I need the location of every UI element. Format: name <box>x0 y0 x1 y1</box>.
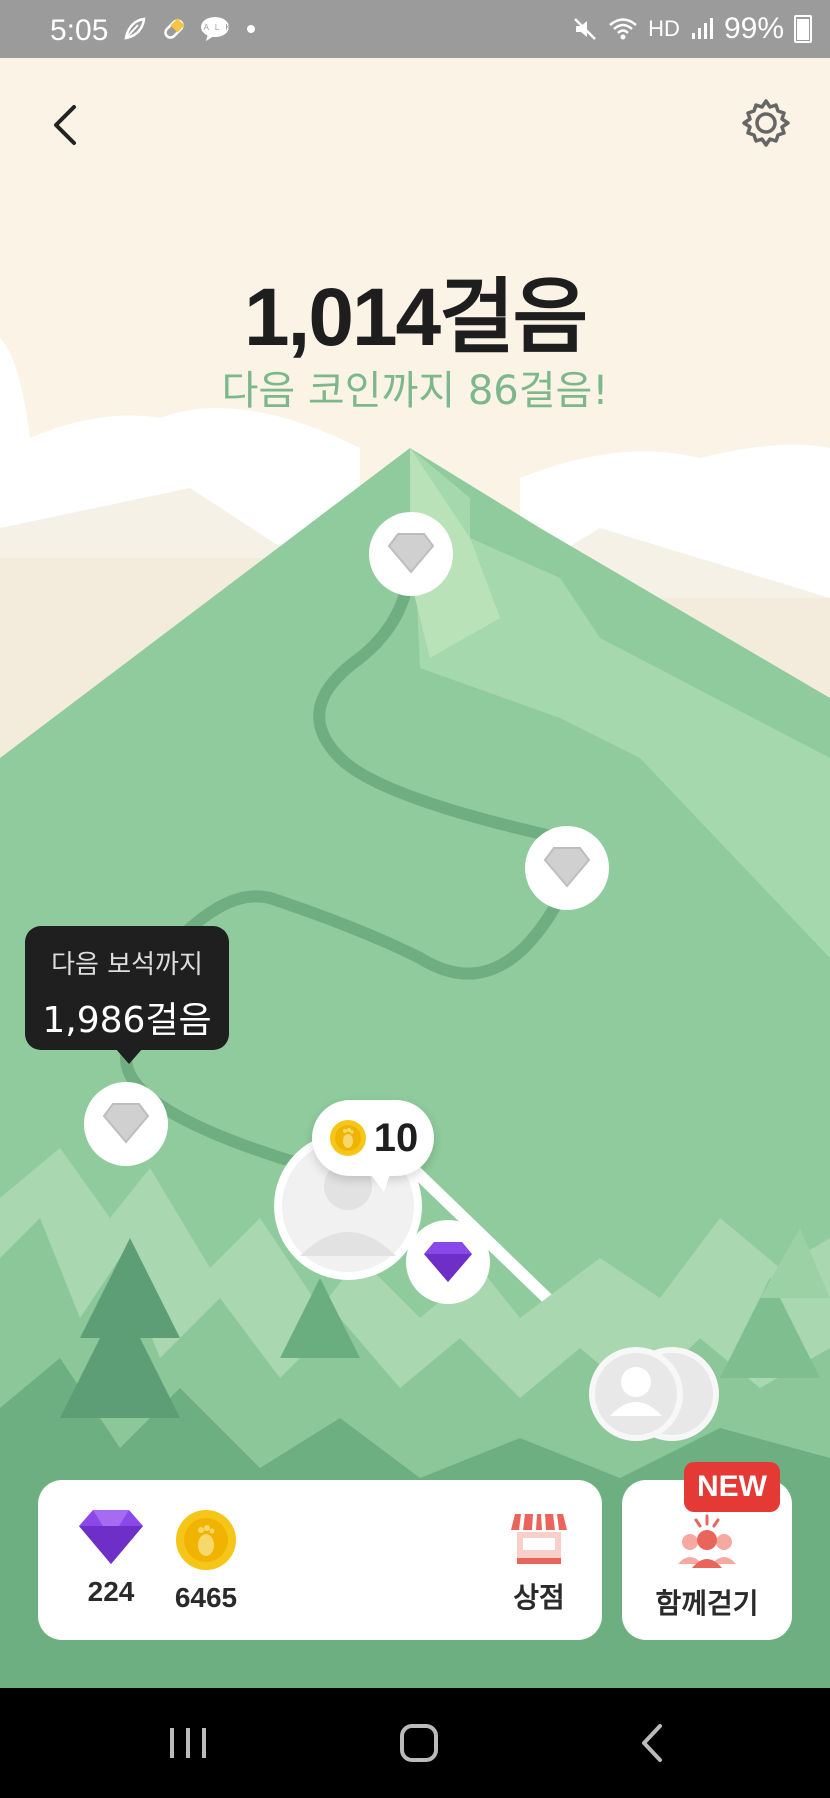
coin-reward-bubble[interactable]: 10 <box>312 1100 434 1192</box>
shop-icon <box>511 1513 567 1564</box>
next-coin-text: 다음 코인까지 86걸음! <box>221 368 609 414</box>
home-button[interactable] <box>390 1718 450 1768</box>
coin-balance: 6465 <box>156 1508 256 1614</box>
chevron-left-icon <box>642 1724 662 1762</box>
next-gem-tooltip: 다음 보석까지 1,986걸음 <box>25 926 229 1064</box>
recent-apps-button[interactable] <box>158 1718 218 1768</box>
battery-icon <box>794 15 812 43</box>
shop-label: 상점 <box>513 1581 565 1614</box>
home-icon <box>400 1724 438 1762</box>
wifi-icon <box>609 18 637 40</box>
talk-icon-label: TALK <box>200 23 230 32</box>
walk-together-label: 함께걷기 <box>655 1587 759 1620</box>
gem-balance: 224 <box>66 1508 156 1608</box>
status-right: HD 99% <box>572 12 812 46</box>
system-navigation-bar <box>0 1688 830 1798</box>
pill-icon <box>164 18 185 39</box>
coin-reward-value: 10 <box>373 1115 419 1160</box>
status-bar: 5:05 TALK HD 99% <box>0 0 830 58</box>
mute-icon <box>574 18 597 40</box>
tooltip-steps: 1,986걸음 <box>42 1000 212 1041</box>
settings-button[interactable] <box>738 95 794 151</box>
recent-apps-icon <box>170 1728 206 1758</box>
battery-percent: 99% <box>723 12 784 45</box>
coin-count: 6465 <box>174 1582 238 1613</box>
leaf-icon <box>124 17 146 40</box>
signal-icon <box>691 18 713 39</box>
walking-app-screen: 5:05 TALK HD 99% <box>0 0 830 1798</box>
chevron-left-icon <box>54 105 76 145</box>
dot-icon <box>246 25 255 34</box>
hd-voice-label: HD <box>648 16 680 41</box>
talk-icon: TALK <box>194 17 231 42</box>
step-count: 1,014걸음 <box>243 272 588 363</box>
group-people-icon <box>678 1514 736 1568</box>
foot-coin-icon <box>176 1510 236 1570</box>
shop-button[interactable]: 상점 <box>494 1508 584 1616</box>
gem-count: 224 <box>87 1576 135 1607</box>
back-button[interactable] <box>40 95 90 155</box>
new-badge: NEW <box>684 1462 780 1512</box>
notification-icons: TALK <box>122 12 258 43</box>
purple-gem-icon <box>79 1510 143 1564</box>
tooltip-label: 다음 보석까지 <box>51 950 203 980</box>
gear-icon <box>742 99 790 147</box>
coin-icon <box>329 1120 366 1156</box>
system-back-button[interactable] <box>622 1718 682 1768</box>
status-time: 5:05 <box>50 14 109 47</box>
wallet-card: 224 6465 상점 <box>38 1480 602 1640</box>
